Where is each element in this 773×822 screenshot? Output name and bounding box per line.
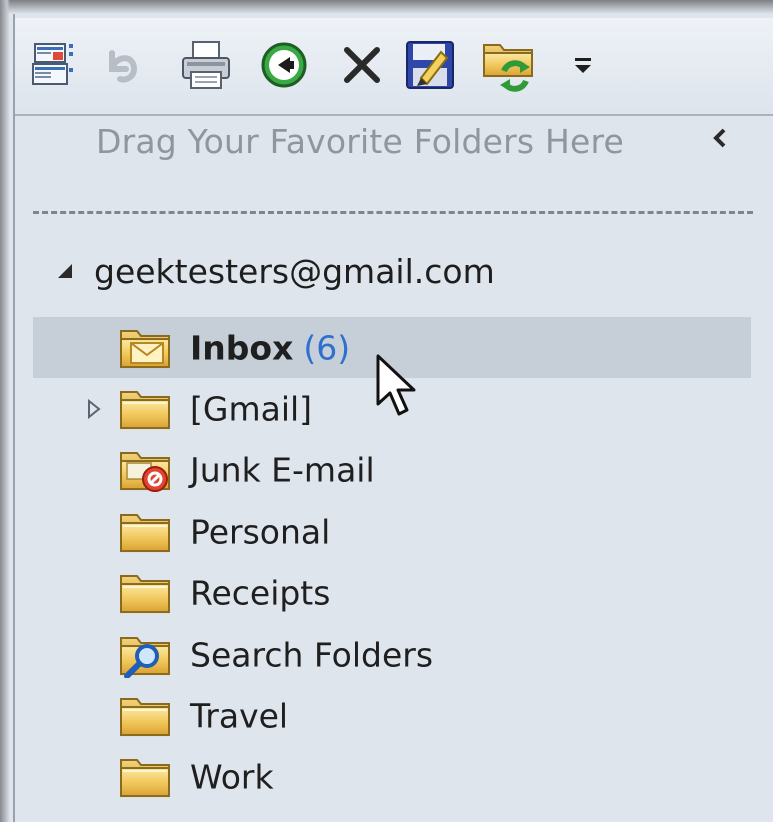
folder-row-search-folders[interactable]: Search Folders: [33, 624, 751, 685]
folder-label-work: Work: [190, 757, 274, 797]
folder-label-receipts: Receipts: [190, 573, 331, 613]
folder-label-travel: Travel: [190, 696, 289, 736]
undo-button[interactable]: [93, 36, 151, 94]
folder-icon: [117, 691, 173, 739]
folder-icon: [117, 752, 173, 800]
account-node[interactable]: geektesters@gmail.com: [54, 248, 495, 294]
folder-label-junk-email: Junk E-mail: [190, 450, 375, 490]
folder-icon: [117, 384, 173, 432]
folder-sync-icon: [483, 44, 533, 92]
window-top-shadow: [0, 0, 773, 14]
folder-row-travel[interactable]: Travel: [33, 685, 751, 746]
delete-button[interactable]: [333, 36, 391, 94]
mouse-pointer-icon: [376, 354, 416, 416]
favorites-separator: [33, 211, 753, 214]
window-left-shadow: [0, 0, 10, 822]
collapse-pane-button[interactable]: [703, 118, 737, 158]
folder-pane-window: Drag Your Favorite Folders Here geektest…: [0, 0, 773, 822]
collapsed-triangle-icon[interactable]: [85, 397, 103, 421]
back-button[interactable]: [255, 36, 313, 94]
send-receive-button[interactable]: [479, 36, 537, 94]
account-email: geektesters@gmail.com: [94, 251, 495, 291]
delete-x-icon: [344, 47, 380, 83]
quick-access-toolbar: [15, 18, 773, 116]
junk-folder-icon: [120, 452, 170, 493]
folder-label-gmail: [Gmail]: [190, 389, 313, 429]
favorites-drop-hint: Drag Your Favorite Folders Here: [96, 122, 625, 161]
folder-label-personal: Personal: [190, 512, 331, 552]
pane-border: [13, 14, 15, 822]
save-floppy-icon: [406, 41, 454, 89]
undo-icon: [109, 50, 138, 83]
folder-row-personal[interactable]: Personal: [33, 501, 751, 562]
dropdown-customize-icon: [575, 58, 591, 73]
expanded-triangle-icon[interactable]: [54, 260, 76, 282]
print-button[interactable]: [177, 36, 235, 94]
folder-icon: [117, 568, 173, 616]
save-button[interactable]: [401, 36, 459, 94]
search-folder-icon: [120, 636, 170, 678]
printer-icon: [182, 41, 230, 89]
chevron-left-icon: [713, 128, 726, 148]
folder-row-junk-email[interactable]: Junk E-mail: [33, 440, 751, 501]
back-arrow-icon: [261, 42, 307, 88]
new-items-button[interactable]: [25, 36, 83, 94]
inbox-folder-icon: [120, 329, 170, 368]
folder-label-search-folders: Search Folders: [190, 635, 434, 675]
new-mail-icon: [32, 43, 73, 85]
folder-row-receipts[interactable]: Receipts: [33, 563, 751, 624]
unread-count: (6): [303, 328, 351, 368]
folder-label-inbox: Inbox (6): [190, 328, 351, 368]
folder-row-work[interactable]: Work: [33, 747, 751, 808]
folder-icon: [117, 507, 173, 555]
customize-toolbar-button[interactable]: [555, 36, 613, 94]
